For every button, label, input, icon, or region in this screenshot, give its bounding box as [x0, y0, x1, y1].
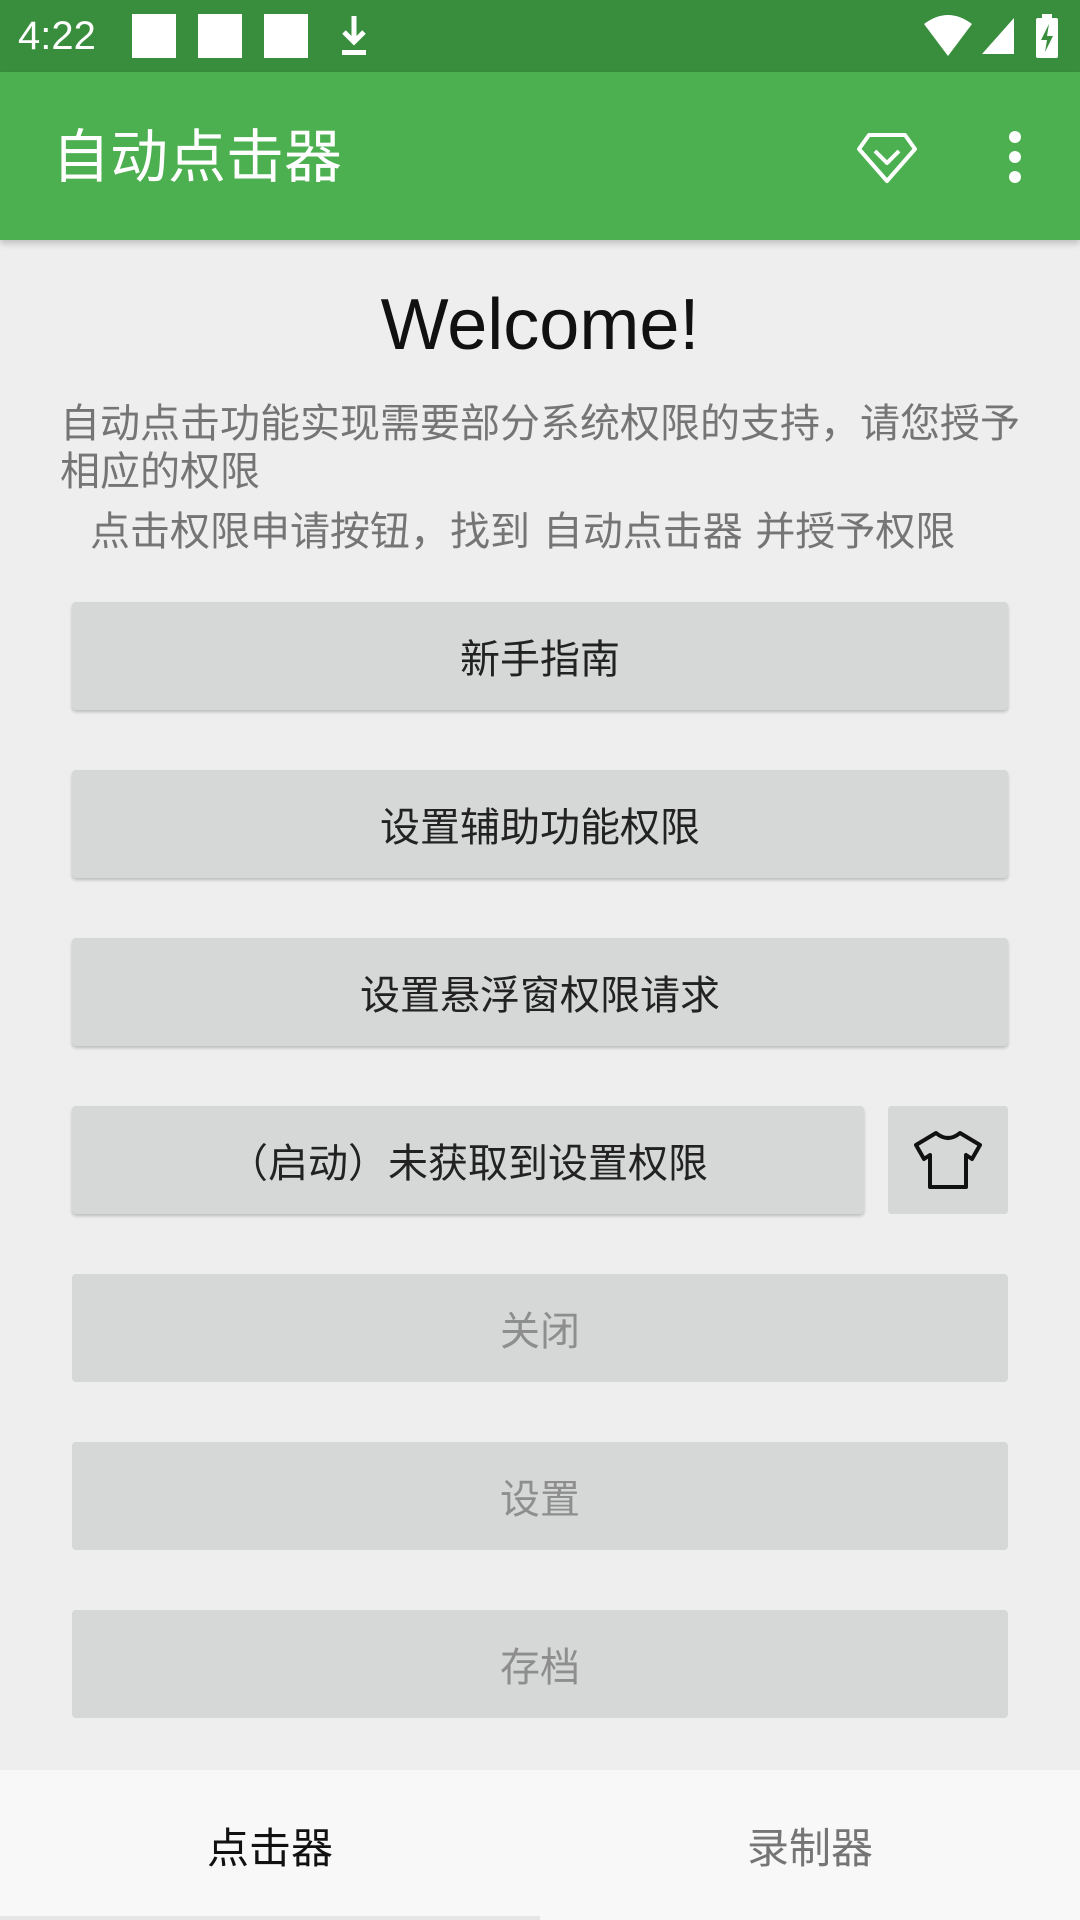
- diamond-icon: [857, 133, 917, 183]
- tab-clicker[interactable]: 点击器: [0, 1770, 540, 1920]
- notification-square-icon: [264, 14, 308, 58]
- tab-recorder[interactable]: 录制器: [540, 1770, 1080, 1920]
- archive-button[interactable]: 存档: [72, 1610, 1008, 1718]
- welcome-heading: Welcome!: [380, 285, 700, 365]
- tab-indicator: [0, 1916, 540, 1920]
- close-button[interactable]: 关闭: [72, 1274, 1008, 1382]
- accessibility-permission-button[interactable]: 设置辅助功能权限: [72, 770, 1008, 878]
- status-bar: 4:22: [0, 0, 1080, 72]
- app-bar: 自动点击器: [0, 72, 1080, 240]
- permission-instruction: 点击权限申请按钮，找到 自动点击器 并授予权限: [90, 509, 956, 555]
- notification-square-icon: [132, 14, 176, 58]
- download-icon: [342, 16, 366, 55]
- overlay-permission-button[interactable]: 设置悬浮窗权限请求: [72, 938, 1008, 1046]
- status-time: 4:22: [18, 14, 96, 58]
- start-button[interactable]: （启动）未获取到设置权限: [72, 1106, 864, 1214]
- settings-button[interactable]: 设置: [72, 1442, 1008, 1550]
- skin-button[interactable]: [888, 1106, 1008, 1214]
- battery-charging-icon: [1036, 14, 1058, 58]
- notification-square-icon: [198, 14, 242, 58]
- beginner-guide-button[interactable]: 新手指南: [72, 602, 1008, 710]
- cellular-signal-icon: [982, 18, 1014, 54]
- wifi-icon: [924, 15, 972, 56]
- app-title: 自动点击器: [52, 123, 343, 191]
- tshirt-icon: [914, 1131, 982, 1189]
- permission-description: 自动点击功能实现需要部分系统权限的支持，请您授予相应的权限: [60, 401, 1020, 495]
- more-vert-icon: [1009, 131, 1021, 183]
- more-options-button[interactable]: [970, 112, 1060, 202]
- premium-button[interactable]: [842, 112, 932, 202]
- bottom-navigation: 点击器 录制器: [0, 1770, 1080, 1920]
